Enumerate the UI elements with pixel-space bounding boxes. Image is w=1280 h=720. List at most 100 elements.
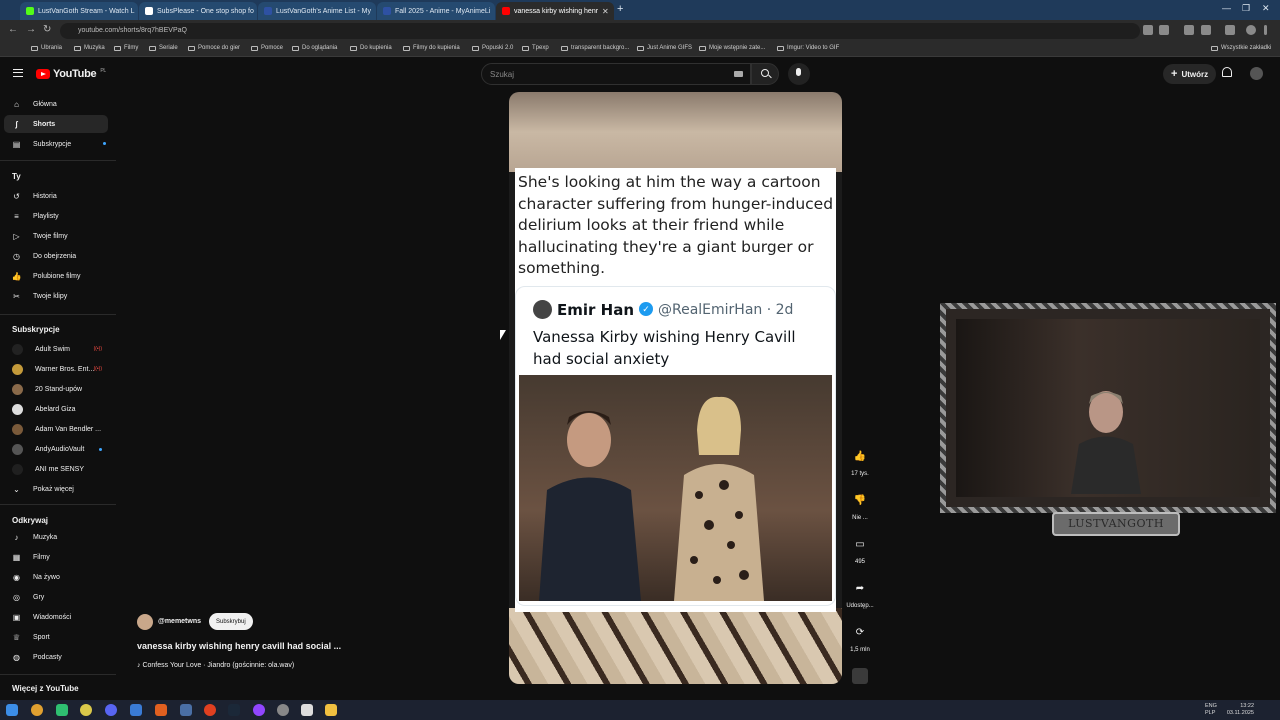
app-taskbar-icon[interactable] xyxy=(180,704,192,716)
vlc-taskbar-icon[interactable] xyxy=(155,704,167,716)
subscription-item[interactable]: AndyAudioVault xyxy=(4,440,108,458)
close-tab-icon[interactable]: ✕ xyxy=(494,7,495,16)
sidebar-item[interactable]: ◉ Na żywo xyxy=(4,568,108,586)
notifications-icon[interactable] xyxy=(1222,67,1232,77)
browser-tab[interactable]: SubsPlease - One stop shop fo✕ xyxy=(139,2,257,20)
reload-icon[interactable]: ↻ xyxy=(43,24,51,35)
explorer-taskbar-icon[interactable] xyxy=(325,704,337,716)
subscribe-button[interactable]: Subskrybuj xyxy=(209,613,253,630)
sidebar-icon[interactable] xyxy=(1225,25,1235,35)
bookmark-item[interactable]: transparent backgro... xyxy=(561,45,629,51)
search-button[interactable] xyxy=(751,63,779,85)
dislike-button[interactable]: 👎 Nie ... xyxy=(845,489,875,522)
bookmark-item[interactable]: Do kupienia xyxy=(350,45,392,51)
sidebar-item[interactable]: ▦ Filmy xyxy=(4,548,108,566)
close-tab-icon[interactable]: ✕ xyxy=(375,7,376,16)
obs-taskbar-icon[interactable] xyxy=(277,704,289,716)
bookmark-item[interactable]: Do oglądania xyxy=(292,45,337,51)
browser-tab[interactable]: LustVanGoth's Anime List - My ✕ xyxy=(258,2,376,20)
sidebar-item[interactable]: ✂ Twoje klipy xyxy=(4,287,108,305)
sidebar-item[interactable]: ⌄ Pokaż więcej xyxy=(4,480,108,498)
app-taskbar-icon[interactable] xyxy=(56,704,68,716)
sidebar-item[interactable]: ↺ Historia xyxy=(4,187,108,205)
bookmark-item[interactable]: Tpexp xyxy=(522,45,549,51)
bookmark-item[interactable]: Imgur: Video to GIF xyxy=(777,45,839,51)
sidebar-item[interactable]: ◷ Do obejrzenia xyxy=(4,247,108,265)
forward-icon[interactable]: → xyxy=(26,24,36,35)
subscription-item[interactable]: Warner Bros. Ent... ((•)) xyxy=(4,360,108,378)
sidebar-item[interactable]: ⌂ Główna xyxy=(4,95,108,113)
bookmark-item[interactable]: Muzyka xyxy=(74,45,105,51)
sidebar-item[interactable]: ♕ Sport xyxy=(4,628,108,646)
sidebar-item[interactable]: ◍ Podcasty xyxy=(4,648,108,666)
channel-name[interactable]: @memetwns xyxy=(158,618,201,625)
sidebar-item[interactable]: ♪ Muzyka xyxy=(4,528,108,546)
bookmark-item[interactable]: Filmy do kupienia xyxy=(403,45,460,51)
hamburger-menu-icon[interactable] xyxy=(13,69,23,77)
extension-icon[interactable] xyxy=(1184,25,1194,35)
remix-button[interactable]: ⟳ 1,5 mln xyxy=(845,621,875,654)
bookmark-item[interactable]: Pomoce do gier xyxy=(188,45,240,51)
voice-search-icon[interactable] xyxy=(788,63,810,85)
clock[interactable]: 13:22 03.11.2025 xyxy=(1227,703,1254,717)
sidebar-item[interactable]: ʃ Shorts xyxy=(4,115,108,133)
install-icon[interactable] xyxy=(1143,25,1153,35)
sidebar-item[interactable]: ◎ Gry xyxy=(4,588,108,606)
new-tab-button[interactable]: + xyxy=(617,3,623,15)
sidebar-item[interactable]: ▷ Twoje filmy xyxy=(4,227,108,245)
bookmark-item[interactable]: Moje wstępnie zate... xyxy=(699,45,765,51)
back-icon[interactable]: ← xyxy=(8,24,18,35)
app-taskbar-icon[interactable] xyxy=(301,704,313,716)
bookmark-item[interactable]: Filmy xyxy=(114,45,138,51)
bookmark-item[interactable]: Just Anime GIFS xyxy=(637,45,692,51)
profile-icon[interactable] xyxy=(1246,25,1256,35)
maximize-button[interactable]: ❐ xyxy=(1242,3,1250,14)
chrome-taskbar-icon[interactable] xyxy=(31,704,43,716)
keyboard-icon[interactable] xyxy=(734,71,743,77)
bookmark-item[interactable]: Pomoce xyxy=(251,45,283,51)
search-input[interactable]: Szukaj xyxy=(481,63,751,85)
subscription-item[interactable]: Abelard Giza xyxy=(4,400,108,418)
sound-thumbnail[interactable] xyxy=(852,668,868,684)
sidebar-item[interactable]: 👍 Polubione filmy xyxy=(4,267,108,285)
close-tab-icon[interactable]: ✕ xyxy=(602,7,609,16)
you-heading[interactable]: Ty xyxy=(12,172,21,181)
music-info[interactable]: ♪ Confess Your Love · Jiandro (gościnnie… xyxy=(137,662,294,669)
discord-taskbar-icon[interactable] xyxy=(105,704,117,716)
comments-button[interactable]: ▭ 495 xyxy=(845,533,875,566)
create-button[interactable]: + Utwórz xyxy=(1163,64,1217,84)
menu-icon[interactable] xyxy=(1264,25,1267,35)
app-taskbar-icon[interactable] xyxy=(130,704,142,716)
browser-tab[interactable]: Fall 2025 - Anime - MyAnimeLi✕ xyxy=(377,2,495,20)
bookmark-item[interactable]: Ubrania xyxy=(31,45,62,51)
sidebar-item[interactable]: ▤ Subskrypcje xyxy=(4,135,108,153)
minimize-button[interactable]: — xyxy=(1222,3,1231,13)
start-icon[interactable] xyxy=(6,704,18,716)
share-button[interactable]: ➦ Udostęp... xyxy=(845,577,875,610)
close-window-button[interactable]: ✕ xyxy=(1262,3,1270,14)
app-taskbar-icon[interactable] xyxy=(80,704,92,716)
bookmark-star-icon[interactable] xyxy=(1159,25,1169,35)
sidebar-item[interactable]: ≡ Playlisty xyxy=(4,207,108,225)
all-bookmarks[interactable]: Wszystkie zakładki xyxy=(1211,45,1271,51)
sidebar-item[interactable]: ▣ Wiadomości xyxy=(4,608,108,626)
channel-avatar[interactable] xyxy=(137,614,153,630)
avatar[interactable] xyxy=(1250,67,1263,80)
short-video-player[interactable]: She's looking at him the way a cartoon c… xyxy=(509,92,842,684)
like-button[interactable]: 👍 17 tys. xyxy=(845,445,875,478)
subscription-item[interactable]: ANI me SENSY xyxy=(4,460,108,478)
subscription-item[interactable]: Adult Swim ((•)) xyxy=(4,340,108,358)
app-taskbar-icon[interactable] xyxy=(253,704,265,716)
browser-tab[interactable]: LustVanGoth Stream - Watch L✕ xyxy=(20,2,138,20)
subscriptions-heading[interactable]: Subskrypcje xyxy=(12,325,60,334)
short-title[interactable]: vanessa kirby wishing henry cavill had s… xyxy=(137,641,341,651)
downloads-icon[interactable] xyxy=(1201,25,1211,35)
steam-taskbar-icon[interactable] xyxy=(228,704,240,716)
bookmark-item[interactable]: Seriale xyxy=(149,45,178,51)
language-indicator[interactable]: ENG PLP xyxy=(1205,703,1217,717)
address-bar[interactable]: youtube.com/shorts/8rq7hBEVPaQ xyxy=(60,23,1140,39)
subscription-item[interactable]: 20 Stand-upów xyxy=(4,380,108,398)
bookmark-item[interactable]: Popuski 2.0 xyxy=(472,45,513,51)
subscription-item[interactable]: Adam Van Bendler ... xyxy=(4,420,108,438)
youtube-logo[interactable]: YouTube PL xyxy=(36,68,106,80)
